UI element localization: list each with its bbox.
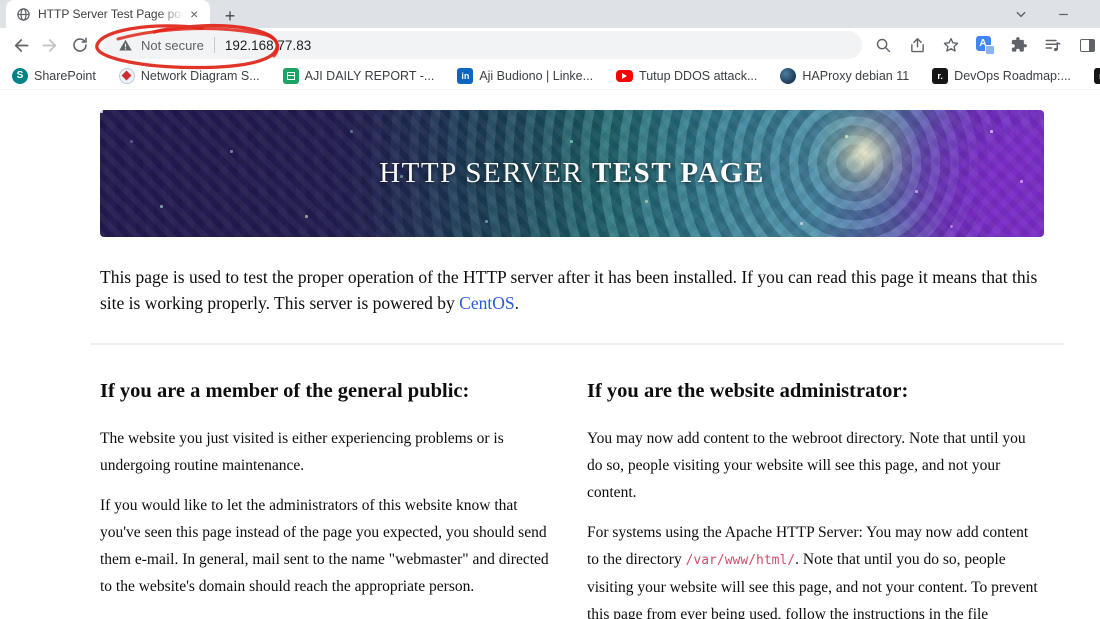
- bookmark-devops-roadmap[interactable]: r. DevOps Roadmap:...: [932, 67, 1071, 84]
- sharepoint-icon: S: [12, 67, 28, 84]
- bookmark-docker-roadmap[interactable]: r. Docker Roadmap -...: [1093, 67, 1100, 84]
- text-run: You may now add content to the webroot d…: [587, 430, 1026, 501]
- bookmark-youtube[interactable]: Tutup DDOS attack...: [616, 69, 757, 83]
- share-icon[interactable]: [904, 32, 930, 58]
- google-sheets-icon: [282, 67, 299, 84]
- public-paragraph: The website you just visited is either e…: [100, 425, 557, 479]
- youtube-icon: [616, 69, 634, 82]
- inline-link[interactable]: CentOS: [459, 293, 514, 313]
- back-icon[interactable]: [6, 31, 34, 59]
- linkedin-icon: in: [457, 67, 474, 84]
- intro-paragraph: This page is used to test the proper ope…: [100, 264, 1044, 316]
- public-column: If you are a member of the general publi…: [100, 372, 557, 619]
- public-paragraph: For example, if you experienced problems…: [100, 613, 557, 619]
- forward-icon[interactable]: [36, 31, 64, 59]
- admin-paragraph: You may now add content to the webroot d…: [587, 425, 1044, 506]
- tab-strip: HTTP Server Test Page powered × +: [0, 0, 1100, 28]
- text-run: /var/www/html/: [685, 553, 796, 568]
- translate-icon[interactable]: A: [972, 32, 998, 58]
- new-tab-button[interactable]: +: [218, 4, 242, 28]
- maximize-icon[interactable]: [1090, 0, 1100, 28]
- text-run: The website you just visited is either e…: [100, 430, 504, 474]
- test-page-banner: HTTP SERVER TEST PAGE: [100, 110, 1044, 237]
- tab-close-icon[interactable]: ×: [186, 6, 202, 22]
- bookmark-linkedin[interactable]: in Aji Budiono | Linke...: [457, 67, 593, 84]
- text-run: If you would like to let the administrat…: [100, 497, 549, 595]
- minimize-icon[interactable]: [1048, 0, 1078, 28]
- bookmark-haproxy[interactable]: HAProxy debian 11: [780, 67, 909, 84]
- bookmark-sharepoint[interactable]: S SharePoint: [12, 67, 96, 84]
- text-run: This page is used to test the proper ope…: [100, 267, 1038, 313]
- search-icon[interactable]: [870, 32, 896, 58]
- omnibox-divider: [213, 37, 215, 53]
- tab-search-chevron-icon[interactable]: [1006, 0, 1036, 28]
- content-columns: If you are a member of the general publi…: [100, 372, 1044, 619]
- bookmark-star-icon[interactable]: [938, 32, 964, 58]
- bookmarks-bar: S SharePoint Network Diagram S... AJI DA…: [0, 62, 1100, 90]
- bookmark-network-diagram[interactable]: Network Diagram S...: [118, 67, 260, 84]
- extensions-puzzle-icon[interactable]: [1006, 32, 1032, 58]
- globe-icon: [16, 7, 31, 22]
- roadmap-icon: r.: [1093, 67, 1100, 84]
- tab-title-fade: [158, 4, 184, 24]
- browser-window: HTTP Server Test Page powered × + Not se…: [0, 0, 1100, 619]
- toolbar-actions: A: [870, 32, 1100, 58]
- reload-icon[interactable]: [66, 31, 94, 59]
- text-run: .: [514, 293, 519, 313]
- network-diagram-icon: [118, 67, 135, 84]
- public-paragraph: If you would like to let the administrat…: [100, 492, 557, 600]
- haproxy-icon: [780, 67, 797, 84]
- admin-column: If you are the website administrator: Yo…: [587, 372, 1044, 619]
- url-text[interactable]: 192.168.77.83: [225, 38, 311, 53]
- address-bar[interactable]: Not secure 192.168.77.83: [104, 31, 862, 59]
- horizontal-rule: [90, 343, 1064, 345]
- roadmap-icon: r.: [932, 67, 949, 84]
- side-panel-icon[interactable]: [1074, 32, 1100, 58]
- not-secure-label[interactable]: Not secure: [141, 38, 204, 53]
- browser-tab[interactable]: HTTP Server Test Page powered ×: [6, 0, 210, 28]
- public-heading: If you are a member of the general publi…: [100, 380, 470, 402]
- playlist-icon[interactable]: [1040, 32, 1066, 58]
- bookmark-daily-report[interactable]: AJI DAILY REPORT -...: [282, 67, 434, 84]
- admin-paragraph: For systems using the Apache HTTP Server…: [587, 519, 1044, 619]
- warning-triangle-icon[interactable]: [118, 38, 133, 53]
- page-title: HTTP SERVER TEST PAGE: [379, 157, 765, 189]
- admin-heading: If you are the website administrator:: [587, 380, 909, 402]
- browser-toolbar: Not secure 192.168.77.83 A: [0, 28, 1100, 62]
